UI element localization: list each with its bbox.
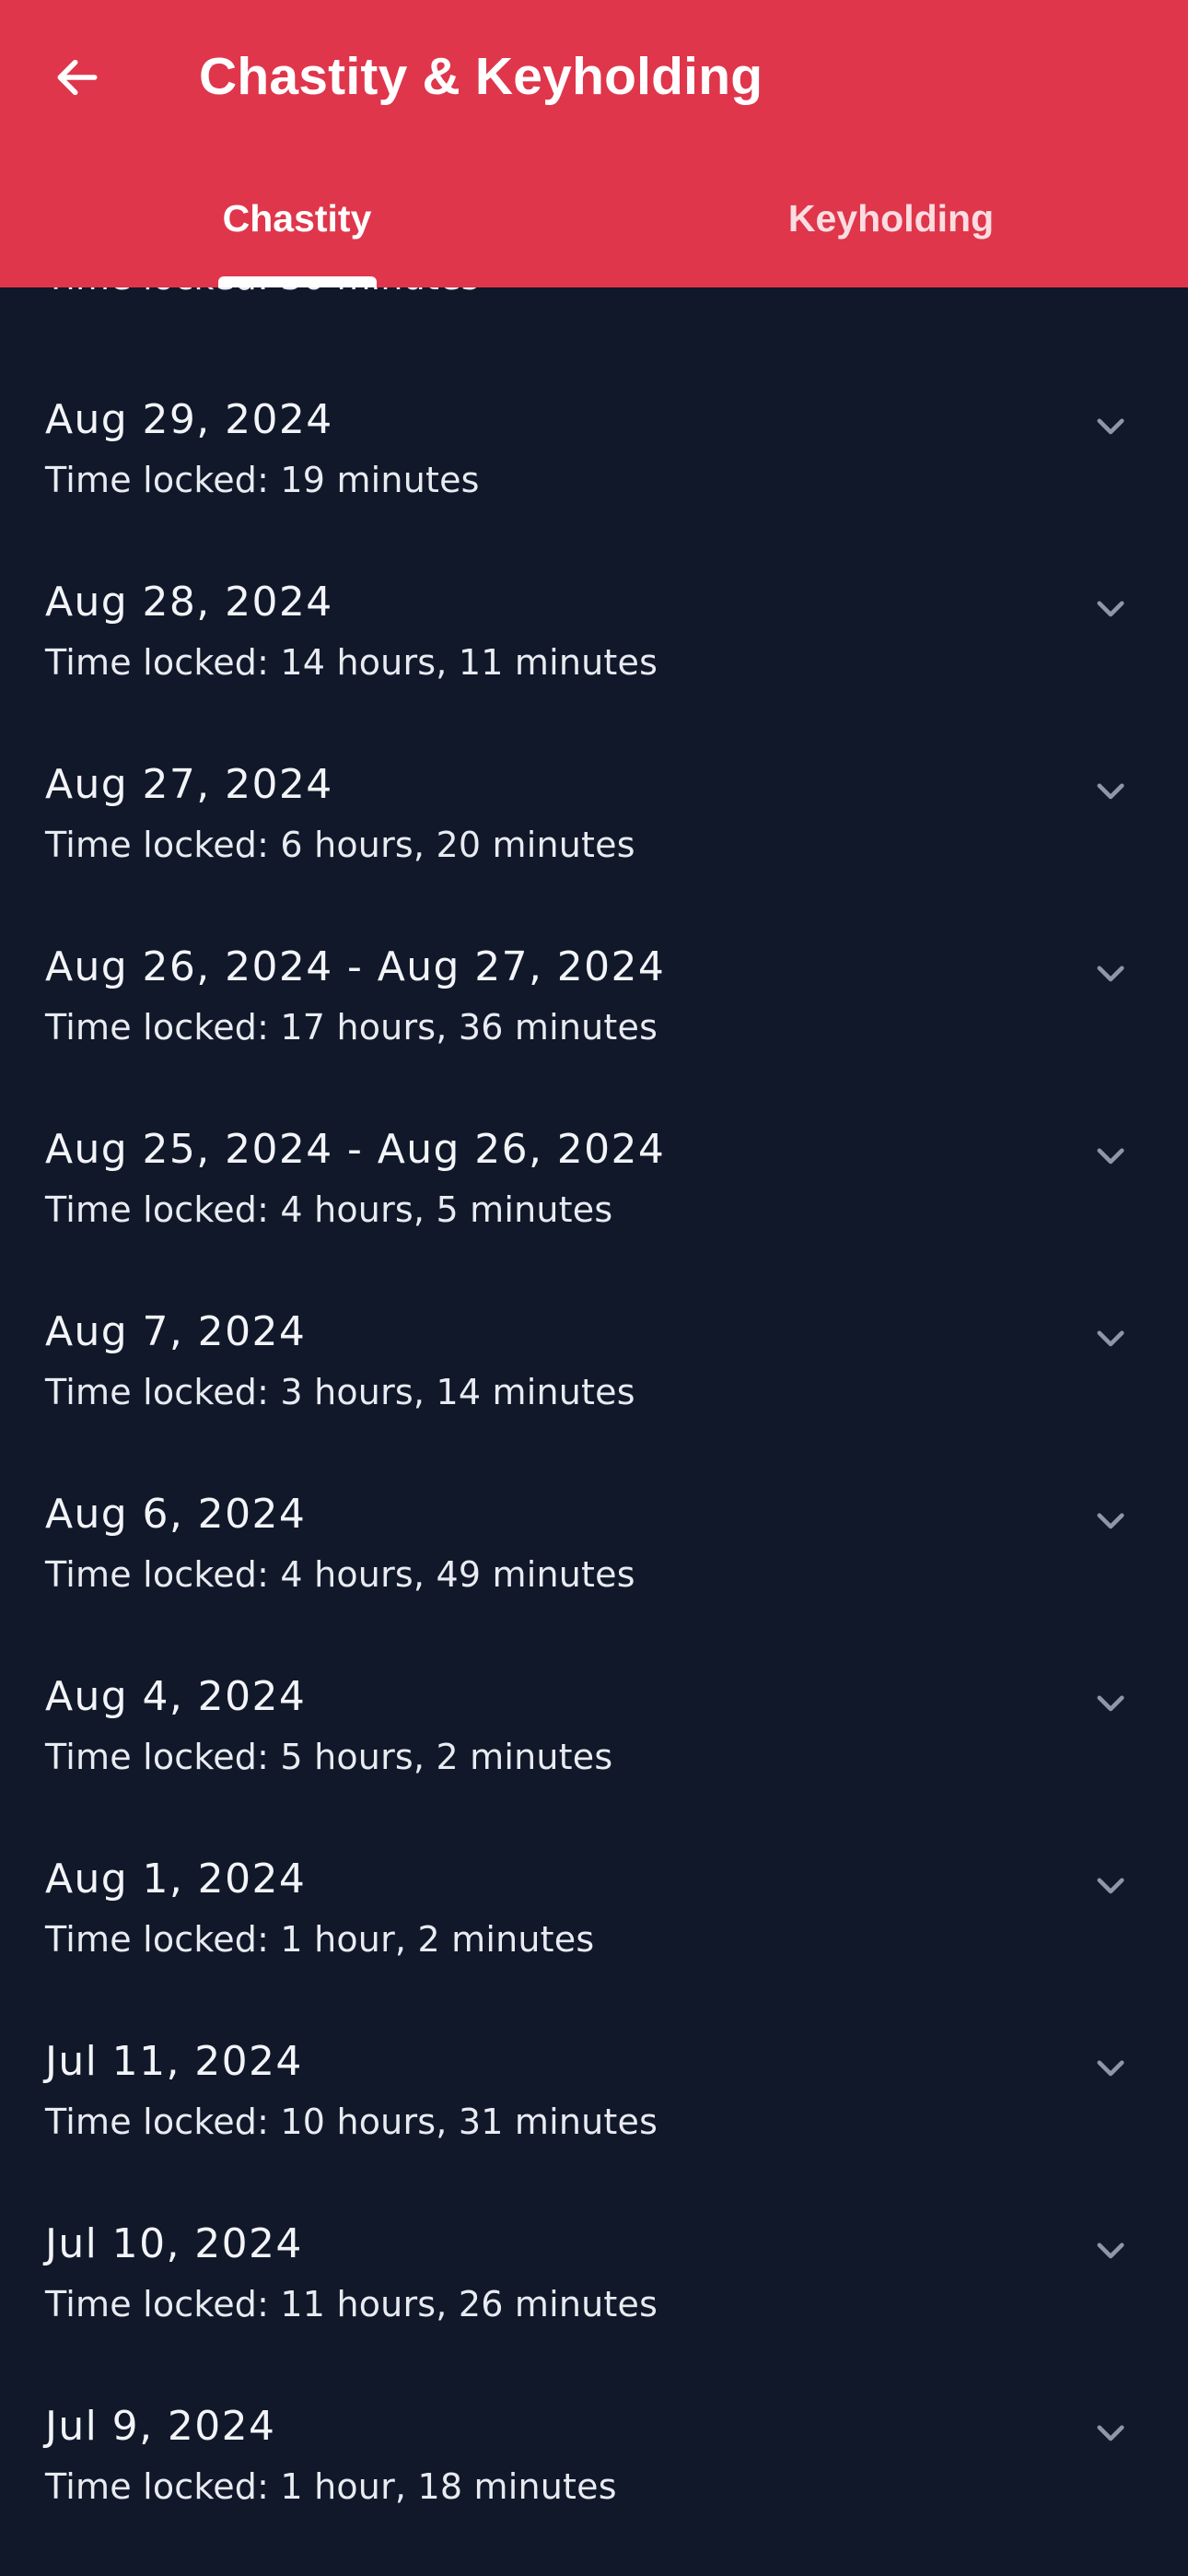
list-item[interactable]: Jul 10, 2024 Time locked: 11 hours, 26 m… (0, 2161, 1188, 2344)
page-title: Chastity & Keyholding (199, 47, 763, 106)
session-time-locked: Time locked: 1 hour, 18 minutes (45, 2466, 617, 2507)
chevron-down-icon[interactable] (1081, 761, 1140, 820)
arrow-left-icon (57, 59, 98, 96)
tab-chastity[interactable]: Chastity (0, 175, 594, 287)
chevron-down-icon[interactable] (1081, 579, 1140, 638)
tab-bar: Chastity Keyholding (0, 175, 1188, 287)
active-tab-indicator (218, 276, 377, 287)
session-time-locked: Time locked: 5 hours, 2 minutes (45, 1737, 613, 1777)
session-date: Jul 11, 2024 (45, 2038, 303, 2085)
session-time-locked: Time locked: 4 hours, 49 minutes (45, 1554, 635, 1595)
chevron-down-icon[interactable] (1081, 2220, 1140, 2279)
session-time-locked: Time locked: 14 hours, 11 minutes (45, 642, 658, 683)
list-item[interactable]: Aug 4, 2024 Time locked: 5 hours, 2 minu… (0, 1614, 1188, 1797)
list-item[interactable]: Aug 1, 2024 Time locked: 1 hour, 2 minut… (0, 1797, 1188, 1979)
chevron-down-icon[interactable] (1081, 2038, 1140, 2097)
list-item[interactable]: Aug 25, 2024 - Aug 26, 2024 Time locked:… (0, 1067, 1188, 1249)
chevron-down-icon[interactable] (1081, 1856, 1140, 1914)
list-item[interactable]: Aug 27, 2024 Time locked: 6 hours, 20 mi… (0, 702, 1188, 884)
session-date: Aug 27, 2024 (45, 761, 333, 808)
session-time-locked: Time locked: 19 minutes (45, 460, 480, 500)
chevron-down-icon[interactable] (1081, 1673, 1140, 1732)
list-item[interactable]: Aug 29, 2024 Time locked: 19 minutes (0, 337, 1188, 520)
list-item[interactable]: Aug 6, 2024 Time locked: 4 hours, 49 min… (0, 1432, 1188, 1614)
session-time-locked: Time locked: 11 hours, 26 minutes (45, 2284, 658, 2324)
session-time-locked: Time locked: 3 hours, 14 minutes (45, 1372, 635, 1412)
app-header: Chastity & Keyholding Chastity Keyholdin… (0, 0, 1188, 287)
session-date: Aug 6, 2024 (45, 1491, 307, 1538)
session-time-locked: Time locked: 6 hours, 20 minutes (45, 825, 635, 865)
tab-label: Chastity (222, 197, 372, 240)
list-item[interactable]: Aug 28, 2024 Time locked: 14 hours, 11 m… (0, 520, 1188, 702)
session-date: Aug 26, 2024 - Aug 27, 2024 (45, 943, 666, 990)
session-time-locked: Time locked: 4 hours, 5 minutes (45, 1189, 613, 1230)
list-item[interactable]: Jul 9, 2024 Time locked: 1 hour, 18 minu… (0, 2344, 1188, 2526)
chevron-down-icon[interactable] (1081, 1491, 1140, 1550)
session-date: Aug 25, 2024 - Aug 26, 2024 (45, 1126, 666, 1173)
list-item[interactable]: Jul 11, 2024 Time locked: 10 hours, 31 m… (0, 1979, 1188, 2161)
list-item[interactable]: Aug 7, 2024 Time locked: 3 hours, 14 min… (0, 1249, 1188, 1432)
chevron-down-icon[interactable] (1081, 1308, 1140, 1367)
list-item[interactable]: Aug 26, 2024 - Aug 27, 2024 Time locked:… (0, 884, 1188, 1067)
session-date: Aug 7, 2024 (45, 1308, 307, 1355)
session-time-locked: Time locked: 17 hours, 36 minutes (45, 1007, 658, 1048)
session-date: Aug 28, 2024 (45, 579, 333, 626)
session-date: Aug 1, 2024 (45, 1856, 307, 1903)
tab-label: Keyholding (787, 197, 995, 240)
chevron-down-icon[interactable] (1081, 2403, 1140, 2462)
session-list: Time locked: 30 minutes Aug 29, 2024 Tim… (0, 0, 1188, 2576)
session-date: Jul 9, 2024 (45, 2403, 276, 2450)
chevron-down-icon[interactable] (1081, 1126, 1140, 1185)
session-time-locked: Time locked: 1 hour, 2 minutes (45, 1919, 595, 1960)
tab-keyholding[interactable]: Keyholding (594, 175, 1188, 287)
session-date: Aug 29, 2024 (45, 396, 333, 443)
session-time-locked: Time locked: 10 hours, 31 minutes (45, 2102, 658, 2142)
chevron-down-icon[interactable] (1081, 943, 1140, 1002)
chevron-down-icon[interactable] (1081, 396, 1140, 455)
session-date: Jul 10, 2024 (45, 2220, 303, 2267)
back-button[interactable] (41, 41, 114, 114)
session-date: Aug 4, 2024 (45, 1673, 307, 1720)
